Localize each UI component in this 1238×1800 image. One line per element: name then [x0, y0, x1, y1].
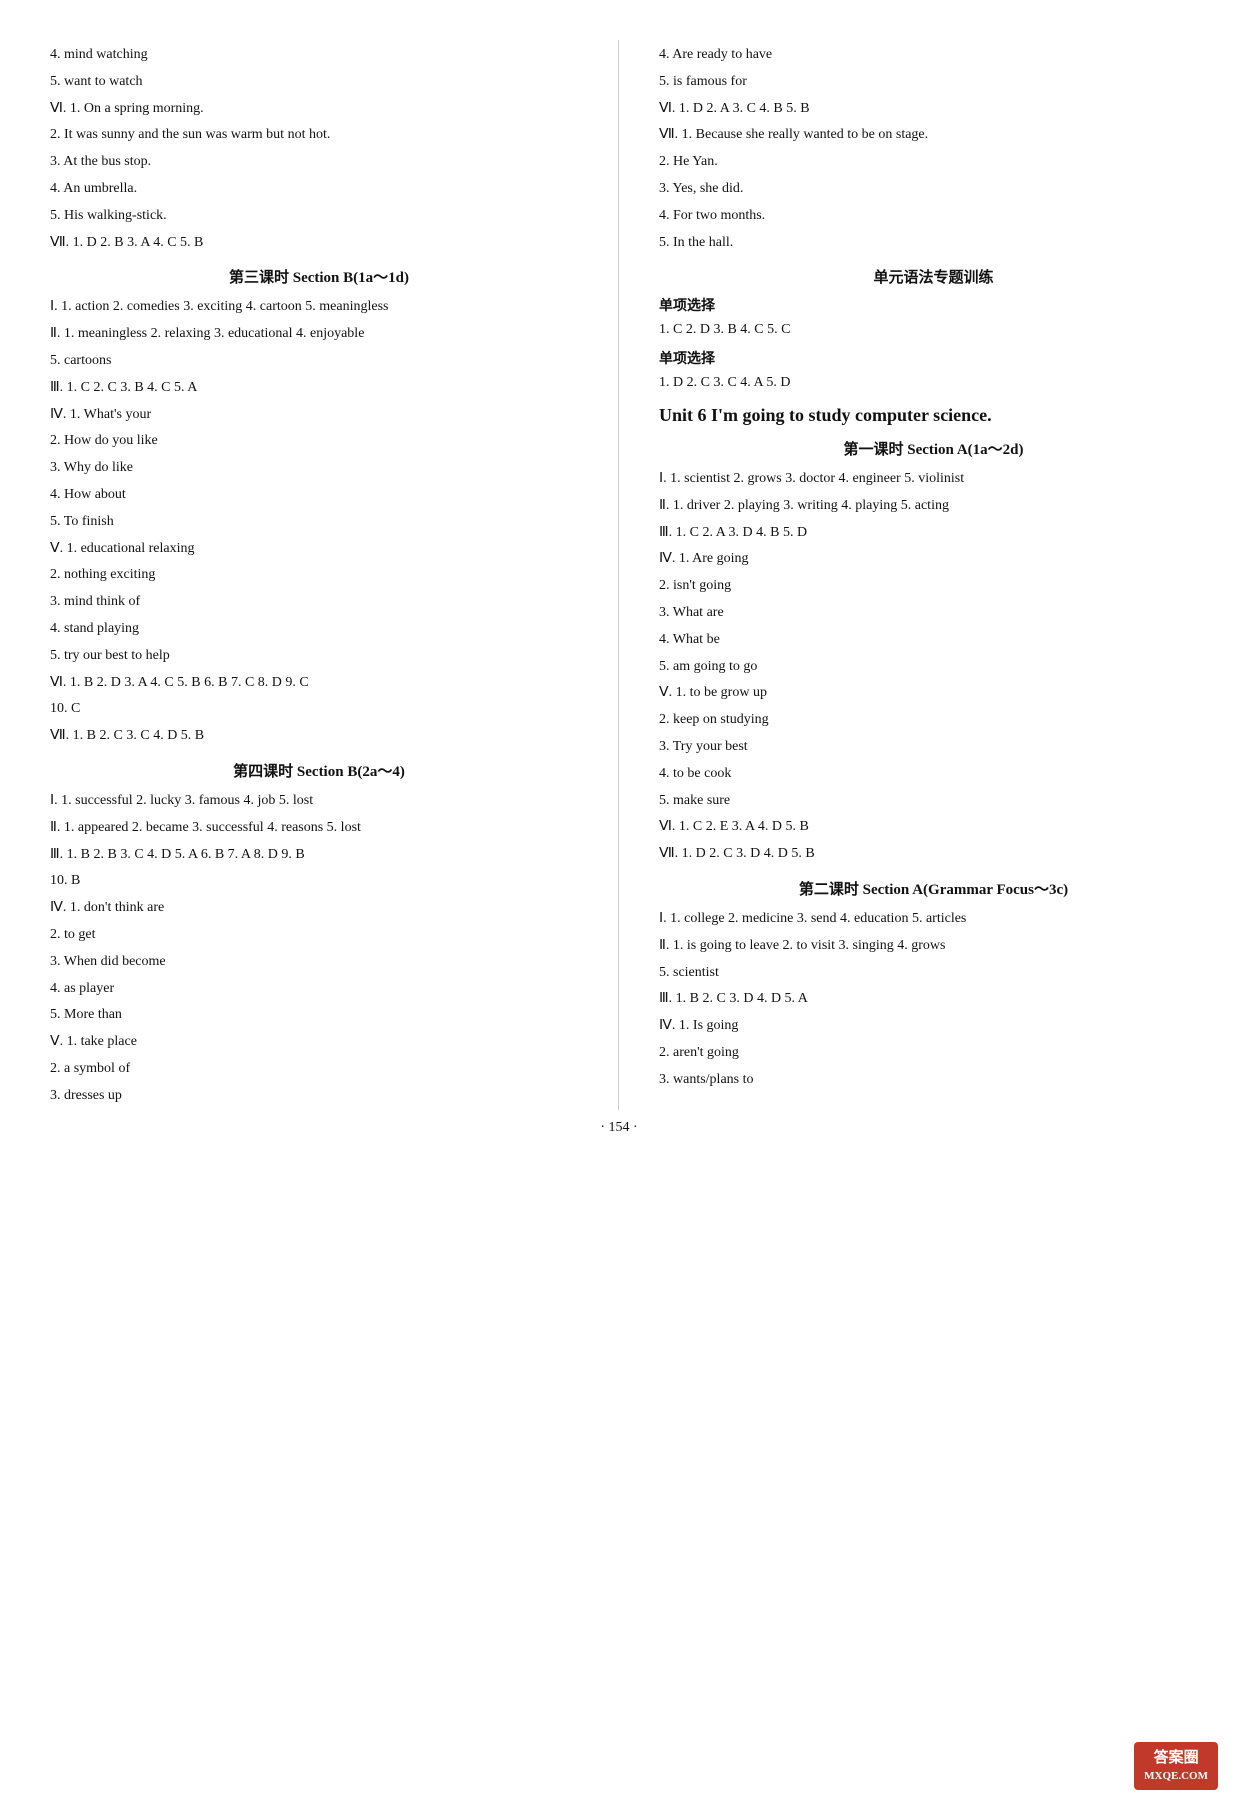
subsection-title: 单项选择 — [659, 348, 1208, 368]
answer-line: 4. For two months. — [659, 204, 1208, 228]
section-title: 第三课时 Section B(1a～1d) — [50, 266, 588, 287]
answer-line: Ⅶ. 1. Because she really wanted to be on… — [659, 123, 1208, 147]
answer-line: Ⅰ. 1. successful 2. lucky 3. famous 4. j… — [50, 789, 588, 813]
answer-line: Ⅵ. 1. B 2. D 3. A 4. C 5. B 6. B 7. C 8.… — [50, 671, 588, 695]
answer-line: 4. An umbrella. — [50, 177, 588, 201]
answer-line: 5. cartoons — [50, 349, 588, 373]
answer-line: 4. to be cook — [659, 762, 1208, 786]
answer-line: 3. When did become — [50, 950, 588, 974]
section-title: 第二课时 Section A(Grammar Focus～3c) — [659, 878, 1208, 899]
section-title: 单元语法专题训练 — [659, 266, 1208, 287]
answer-line: 5. want to watch — [50, 70, 588, 94]
answer-line: Ⅰ. 1. action 2. comedies 3. exciting 4. … — [50, 295, 588, 319]
answer-line: Ⅰ. 1. scientist 2. grows 3. doctor 4. en… — [659, 467, 1208, 491]
answer-line: 10. C — [50, 697, 588, 721]
answer-line: 4. How about — [50, 483, 588, 507]
answer-line: 5. More than — [50, 1003, 588, 1027]
answer-line: Ⅳ. 1. Is going — [659, 1014, 1208, 1038]
answer-line: Ⅴ. 1. to be grow up — [659, 681, 1208, 705]
answer-line: Ⅴ. 1. educational relaxing — [50, 537, 588, 561]
answer-line: 2. to get — [50, 923, 588, 947]
watermark-line2: MXQE.COM — [1144, 1769, 1208, 1784]
answer-line: 5. is famous for — [659, 70, 1208, 94]
answer-line: Ⅰ. 1. college 2. medicine 3. send 4. edu… — [659, 907, 1208, 931]
answer-line: Ⅱ. 1. meaningless 2. relaxing 3. educati… — [50, 322, 588, 346]
answer-line: Ⅲ. 1. B 2. B 3. C 4. D 5. A 6. B 7. A 8.… — [50, 843, 588, 867]
answer-line: 4. What be — [659, 628, 1208, 652]
answer-line: Ⅳ. 1. don't think are — [50, 896, 588, 920]
answer-line: 2. He Yan. — [659, 150, 1208, 174]
answer-line: Ⅵ. 1. On a spring morning. — [50, 97, 588, 121]
answer-line: 3. Yes, she did. — [659, 177, 1208, 201]
answer-line: 2. aren't going — [659, 1041, 1208, 1065]
left-column: 4. mind watching 5. want to watch Ⅵ. 1. On… — [0, 40, 619, 1110]
answer-line: Ⅶ. 1. D 2. C 3. D 4. D 5. B — [659, 842, 1208, 866]
answer-line: Ⅲ. 1. B 2. C 3. D 4. D 5. A — [659, 987, 1208, 1011]
answer-line: 5. To finish — [50, 510, 588, 534]
answer-line: 4. as player — [50, 977, 588, 1001]
answer-line: Ⅶ. 1. D 2. B 3. A 4. C 5. B — [50, 231, 588, 255]
answer-line: 5. am going to go — [659, 655, 1208, 679]
answer-line: 5. scientist — [659, 961, 1208, 985]
answer-line: 3. Why do like — [50, 456, 588, 480]
answer-line: 2. a symbol of — [50, 1057, 588, 1081]
answer-line: 3. At the bus stop. — [50, 150, 588, 174]
watermark-line1: 答案圈 — [1144, 1748, 1208, 1769]
answer-line: 2. It was sunny and the sun was warm but… — [50, 123, 588, 147]
answer-line: Ⅱ. 1. is going to leave 2. to visit 3. s… — [659, 934, 1208, 958]
answer-line: 5. make sure — [659, 789, 1208, 813]
section-title: 第一课时 Section A(1a～2d) — [659, 438, 1208, 459]
answer-line: 3. mind think of — [50, 590, 588, 614]
two-column-layout: 4. mind watching 5. want to watch Ⅵ. 1. On… — [0, 40, 1238, 1110]
answer-line: Ⅲ. 1. C 2. A 3. D 4. B 5. D — [659, 521, 1208, 545]
answer-line: 5. His walking-stick. — [50, 204, 588, 228]
answer-line: Ⅵ. 1. C 2. E 3. A 4. D 5. B — [659, 815, 1208, 839]
answer-line: Ⅱ. 1. driver 2. playing 3. writing 4. pl… — [659, 494, 1208, 518]
answer-line: 1. C 2. D 3. B 4. C 5. C — [659, 318, 1208, 342]
answer-line: 2. nothing exciting — [50, 563, 588, 587]
page-number: · 154 · — [0, 1120, 1238, 1136]
answer-line: 3. dresses up — [50, 1084, 588, 1108]
answer-line: Ⅱ. 1. appeared 2. became 3. successful 4… — [50, 816, 588, 840]
answer-line: Ⅲ. 1. C 2. C 3. B 4. C 5. A — [50, 376, 588, 400]
answer-line: 4. mind watching — [50, 43, 588, 67]
page: 4. mind watching 5. want to watch Ⅵ. 1. On… — [0, 0, 1238, 1800]
answer-line: 2. How do you like — [50, 429, 588, 453]
right-column: 4. Are ready to have 5. is famous for Ⅵ. 1… — [619, 40, 1238, 1110]
answer-line: 1. D 2. C 3. C 4. A 5. D — [659, 371, 1208, 395]
answer-line: Ⅳ. 1. What's your — [50, 403, 588, 427]
answer-line: Ⅳ. 1. Are going — [659, 547, 1208, 571]
answer-line: 5. try our best to help — [50, 644, 588, 668]
section-title: 第四课时 Section B(2a～4) — [50, 760, 588, 781]
answer-line: 10. B — [50, 869, 588, 893]
answer-line: 4. stand playing — [50, 617, 588, 641]
answer-line: 3. What are — [659, 601, 1208, 625]
answer-line: Ⅵ. 1. D 2. A 3. C 4. B 5. B — [659, 97, 1208, 121]
answer-line: Ⅴ. 1. take place — [50, 1030, 588, 1054]
answer-line: 5. In the hall. — [659, 231, 1208, 255]
answer-line: 3. wants/plans to — [659, 1068, 1208, 1092]
answer-line: 4. Are ready to have — [659, 43, 1208, 67]
answer-line: 3. Try your best — [659, 735, 1208, 759]
watermark: 答案圈 MXQE.COM — [1134, 1742, 1218, 1790]
answer-line: Ⅶ. 1. B 2. C 3. C 4. D 5. B — [50, 724, 588, 748]
answer-line: 2. keep on studying — [659, 708, 1208, 732]
answer-line: 2. isn't going — [659, 574, 1208, 598]
subsection-title: 单项选择 — [659, 295, 1208, 315]
unit-title: Unit 6 I'm going to study computer scien… — [659, 405, 1208, 426]
